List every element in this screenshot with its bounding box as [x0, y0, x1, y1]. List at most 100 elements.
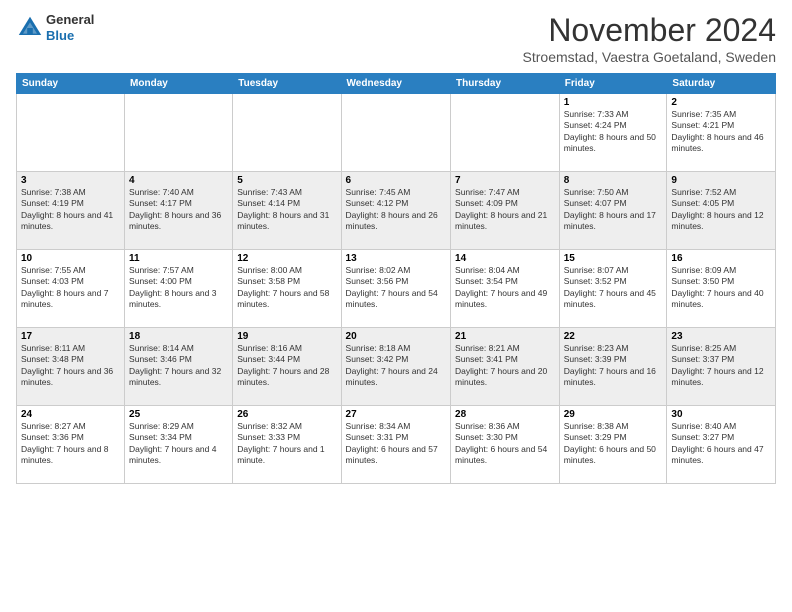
day-number: 18: [129, 331, 228, 342]
table-row: 1Sunrise: 7:33 AM Sunset: 4:24 PM Daylig…: [559, 94, 667, 172]
day-number: 13: [346, 253, 446, 264]
table-row: 5Sunrise: 7:43 AM Sunset: 4:14 PM Daylig…: [233, 172, 341, 250]
day-number: 10: [21, 253, 120, 264]
day-info: Sunrise: 8:00 AM Sunset: 3:58 PM Dayligh…: [237, 265, 336, 311]
day-info: Sunrise: 8:18 AM Sunset: 3:42 PM Dayligh…: [346, 343, 446, 389]
day-info: Sunrise: 8:23 AM Sunset: 3:39 PM Dayligh…: [564, 343, 663, 389]
day-info: Sunrise: 7:35 AM Sunset: 4:21 PM Dayligh…: [671, 109, 771, 155]
table-row: 26Sunrise: 8:32 AM Sunset: 3:33 PM Dayli…: [233, 406, 341, 484]
day-info: Sunrise: 8:34 AM Sunset: 3:31 PM Dayligh…: [346, 421, 446, 467]
logo-general: General: [46, 12, 94, 27]
table-row: [341, 94, 450, 172]
day-number: 1: [564, 97, 663, 108]
calendar: Sunday Monday Tuesday Wednesday Thursday…: [16, 73, 776, 484]
day-number: 25: [129, 409, 228, 420]
day-number: 26: [237, 409, 336, 420]
logo-blue: Blue: [46, 28, 74, 43]
calendar-header-row: Sunday Monday Tuesday Wednesday Thursday…: [17, 74, 776, 94]
day-number: 29: [564, 409, 663, 420]
table-row: [233, 94, 341, 172]
day-number: 17: [21, 331, 120, 342]
table-row: 2Sunrise: 7:35 AM Sunset: 4:21 PM Daylig…: [667, 94, 776, 172]
day-number: 5: [237, 175, 336, 186]
day-info: Sunrise: 8:11 AM Sunset: 3:48 PM Dayligh…: [21, 343, 120, 389]
table-row: 29Sunrise: 8:38 AM Sunset: 3:29 PM Dayli…: [559, 406, 667, 484]
logo-text: General Blue: [46, 12, 94, 43]
day-number: 20: [346, 331, 446, 342]
title-section: November 2024 Stroemstad, Vaestra Goetal…: [523, 12, 776, 65]
col-thursday: Thursday: [451, 74, 560, 94]
table-row: 20Sunrise: 8:18 AM Sunset: 3:42 PM Dayli…: [341, 328, 450, 406]
day-number: 9: [671, 175, 771, 186]
day-number: 2: [671, 97, 771, 108]
table-row: 9Sunrise: 7:52 AM Sunset: 4:05 PM Daylig…: [667, 172, 776, 250]
day-number: 14: [455, 253, 555, 264]
table-row: 28Sunrise: 8:36 AM Sunset: 3:30 PM Dayli…: [451, 406, 560, 484]
day-info: Sunrise: 7:50 AM Sunset: 4:07 PM Dayligh…: [564, 187, 663, 233]
calendar-week-row: 1Sunrise: 7:33 AM Sunset: 4:24 PM Daylig…: [17, 94, 776, 172]
col-sunday: Sunday: [17, 74, 125, 94]
day-number: 27: [346, 409, 446, 420]
day-info: Sunrise: 8:25 AM Sunset: 3:37 PM Dayligh…: [671, 343, 771, 389]
table-row: 10Sunrise: 7:55 AM Sunset: 4:03 PM Dayli…: [17, 250, 125, 328]
table-row: 3Sunrise: 7:38 AM Sunset: 4:19 PM Daylig…: [17, 172, 125, 250]
calendar-week-row: 10Sunrise: 7:55 AM Sunset: 4:03 PM Dayli…: [17, 250, 776, 328]
day-info: Sunrise: 8:02 AM Sunset: 3:56 PM Dayligh…: [346, 265, 446, 311]
day-info: Sunrise: 7:55 AM Sunset: 4:03 PM Dayligh…: [21, 265, 120, 311]
day-number: 8: [564, 175, 663, 186]
page: General Blue November 2024 Stroemstad, V…: [0, 0, 792, 612]
day-number: 22: [564, 331, 663, 342]
day-number: 30: [671, 409, 771, 420]
table-row: 21Sunrise: 8:21 AM Sunset: 3:41 PM Dayli…: [451, 328, 560, 406]
table-row: 19Sunrise: 8:16 AM Sunset: 3:44 PM Dayli…: [233, 328, 341, 406]
col-monday: Monday: [125, 74, 233, 94]
col-saturday: Saturday: [667, 74, 776, 94]
day-info: Sunrise: 7:52 AM Sunset: 4:05 PM Dayligh…: [671, 187, 771, 233]
table-row: 25Sunrise: 8:29 AM Sunset: 3:34 PM Dayli…: [125, 406, 233, 484]
calendar-week-row: 3Sunrise: 7:38 AM Sunset: 4:19 PM Daylig…: [17, 172, 776, 250]
day-info: Sunrise: 7:57 AM Sunset: 4:00 PM Dayligh…: [129, 265, 228, 311]
day-number: 16: [671, 253, 771, 264]
table-row: 13Sunrise: 8:02 AM Sunset: 3:56 PM Dayli…: [341, 250, 450, 328]
table-row: 17Sunrise: 8:11 AM Sunset: 3:48 PM Dayli…: [17, 328, 125, 406]
day-info: Sunrise: 7:38 AM Sunset: 4:19 PM Dayligh…: [21, 187, 120, 233]
table-row: 8Sunrise: 7:50 AM Sunset: 4:07 PM Daylig…: [559, 172, 667, 250]
day-info: Sunrise: 8:09 AM Sunset: 3:50 PM Dayligh…: [671, 265, 771, 311]
day-info: Sunrise: 8:04 AM Sunset: 3:54 PM Dayligh…: [455, 265, 555, 311]
day-info: Sunrise: 8:29 AM Sunset: 3:34 PM Dayligh…: [129, 421, 228, 467]
header: General Blue November 2024 Stroemstad, V…: [16, 12, 776, 65]
table-row: [451, 94, 560, 172]
day-info: Sunrise: 7:40 AM Sunset: 4:17 PM Dayligh…: [129, 187, 228, 233]
table-row: 12Sunrise: 8:00 AM Sunset: 3:58 PM Dayli…: [233, 250, 341, 328]
day-number: 21: [455, 331, 555, 342]
table-row: 6Sunrise: 7:45 AM Sunset: 4:12 PM Daylig…: [341, 172, 450, 250]
table-row: 14Sunrise: 8:04 AM Sunset: 3:54 PM Dayli…: [451, 250, 560, 328]
table-row: 7Sunrise: 7:47 AM Sunset: 4:09 PM Daylig…: [451, 172, 560, 250]
day-info: Sunrise: 7:43 AM Sunset: 4:14 PM Dayligh…: [237, 187, 336, 233]
day-number: 15: [564, 253, 663, 264]
day-number: 7: [455, 175, 555, 186]
table-row: 23Sunrise: 8:25 AM Sunset: 3:37 PM Dayli…: [667, 328, 776, 406]
table-row: [125, 94, 233, 172]
day-info: Sunrise: 8:27 AM Sunset: 3:36 PM Dayligh…: [21, 421, 120, 467]
day-number: 19: [237, 331, 336, 342]
day-number: 24: [21, 409, 120, 420]
day-info: Sunrise: 8:16 AM Sunset: 3:44 PM Dayligh…: [237, 343, 336, 389]
day-info: Sunrise: 8:36 AM Sunset: 3:30 PM Dayligh…: [455, 421, 555, 467]
location: Stroemstad, Vaestra Goetaland, Sweden: [523, 49, 776, 65]
day-number: 4: [129, 175, 228, 186]
col-friday: Friday: [559, 74, 667, 94]
table-row: 30Sunrise: 8:40 AM Sunset: 3:27 PM Dayli…: [667, 406, 776, 484]
day-info: Sunrise: 8:40 AM Sunset: 3:27 PM Dayligh…: [671, 421, 771, 467]
day-number: 12: [237, 253, 336, 264]
day-info: Sunrise: 7:47 AM Sunset: 4:09 PM Dayligh…: [455, 187, 555, 233]
table-row: 16Sunrise: 8:09 AM Sunset: 3:50 PM Dayli…: [667, 250, 776, 328]
table-row: 11Sunrise: 7:57 AM Sunset: 4:00 PM Dayli…: [125, 250, 233, 328]
day-info: Sunrise: 8:07 AM Sunset: 3:52 PM Dayligh…: [564, 265, 663, 311]
day-info: Sunrise: 7:33 AM Sunset: 4:24 PM Dayligh…: [564, 109, 663, 155]
day-number: 3: [21, 175, 120, 186]
day-info: Sunrise: 8:38 AM Sunset: 3:29 PM Dayligh…: [564, 421, 663, 467]
table-row: 27Sunrise: 8:34 AM Sunset: 3:31 PM Dayli…: [341, 406, 450, 484]
day-number: 28: [455, 409, 555, 420]
calendar-week-row: 24Sunrise: 8:27 AM Sunset: 3:36 PM Dayli…: [17, 406, 776, 484]
